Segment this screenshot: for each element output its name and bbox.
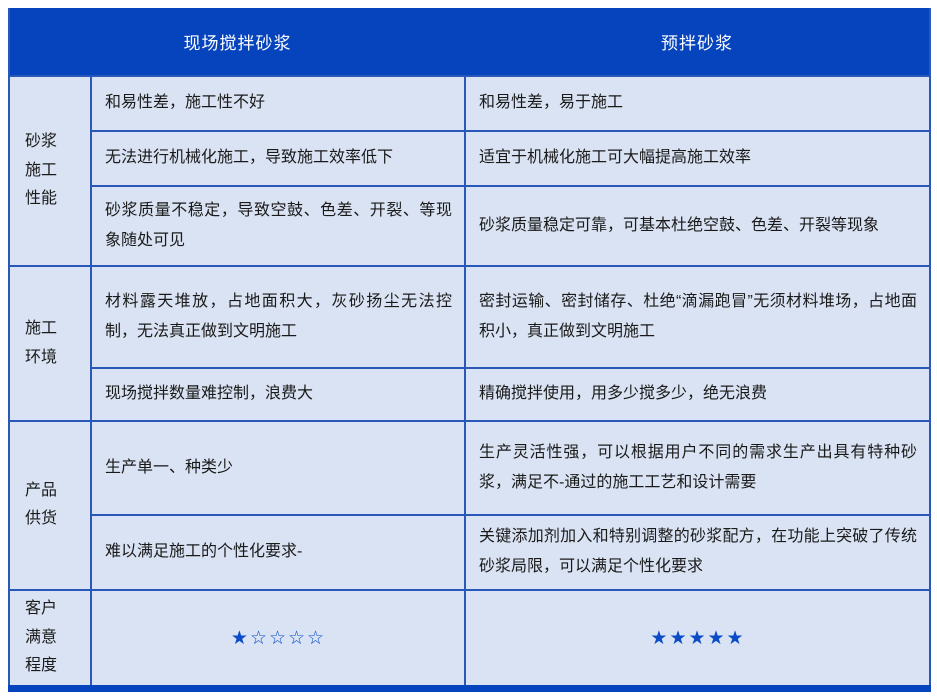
cell-premixed: 砂浆质量稳定可靠，可基本杜绝空鼓、色差、开裂等现象 [465, 186, 930, 266]
page: 现场搅拌砂浆 预拌砂浆 砂浆施工性能 和易性差，施工性不好 和易性差，易于施工 … [0, 0, 937, 700]
header-premixed-mortar: 预拌砂浆 [465, 8, 930, 76]
rating-site-stars: ★☆☆☆☆ [91, 590, 465, 689]
group-label-mortar-performance: 砂浆施工性能 [9, 76, 91, 266]
cell-premixed: 和易性差，易于施工 [465, 76, 930, 131]
cell-site: 难以满足施工的个性化要求- [91, 515, 465, 590]
group-label-product-supply: 产品供货 [9, 421, 91, 590]
cell-premixed: 适宜于机械化施工可大幅提高施工效率 [465, 131, 930, 186]
table-row: 砂浆施工性能 和易性差，施工性不好 和易性差，易于施工 [9, 76, 930, 131]
header-site-mixed-mortar: 现场搅拌砂浆 [9, 8, 465, 76]
group-label-customer-satisfaction: 客户满意程度 [9, 590, 91, 689]
cell-site: 和易性差，施工性不好 [91, 76, 465, 131]
group-label-construction-environment: 施工环境 [9, 266, 91, 421]
cell-site: 材料露天堆放，占地面积大，灰砂扬尘无法控制，无法真正做到文明施工 [91, 266, 465, 368]
cell-premixed: 关键添加剂加入和特别调整的砂浆配方，在功能上突破了传统砂浆局限，可以满足个性化要… [465, 515, 930, 590]
rating-premixed-stars: ★★★★★ [465, 590, 930, 689]
group-label-text: 砂浆施工性能 [25, 128, 60, 214]
table-row: 难以满足施工的个性化要求- 关键添加剂加入和特别调整的砂浆配方，在功能上突破了传… [9, 515, 930, 590]
cell-premixed: 生产灵活性强，可以根据用户不同的需求生产出具有特种砂浆，满足不-通过的施工工艺和… [465, 421, 930, 515]
cell-site: 生产单一、种类少 [91, 421, 465, 515]
cell-site: 无法进行机械化施工，导致施工效率低下 [91, 131, 465, 186]
group-label-text: 客户满意程度 [25, 595, 60, 681]
table-row: 现场搅拌数量难控制，浪费大 精确搅拌使用，用多少搅多少，绝无浪费 [9, 368, 930, 421]
cell-premixed: 密封运输、密封储存、杜绝“滴漏跑冒”无须材料堆场，占地面积小，真正做到文明施工 [465, 266, 930, 368]
table-row: 产品供货 生产单一、种类少 生产灵活性强，可以根据用户不同的需求生产出具有特种砂… [9, 421, 930, 515]
group-label-text: 产品供货 [25, 477, 60, 535]
cell-premixed: 精确搅拌使用，用多少搅多少，绝无浪费 [465, 368, 930, 421]
cell-site: 砂浆质量不稳定，导致空鼓、色差、开裂、等现象随处可见 [91, 186, 465, 266]
cell-site: 现场搅拌数量难控制，浪费大 [91, 368, 465, 421]
table-row: 客户满意程度 ★☆☆☆☆ ★★★★★ [9, 590, 930, 689]
table-row: 无法进行机械化施工，导致施工效率低下 适宜于机械化施工可大幅提高施工效率 [9, 131, 930, 186]
group-label-text: 施工环境 [25, 315, 60, 373]
header-row: 现场搅拌砂浆 预拌砂浆 [9, 8, 930, 76]
comparison-table: 现场搅拌砂浆 预拌砂浆 砂浆施工性能 和易性差，施工性不好 和易性差，易于施工 … [8, 8, 931, 692]
table-row: 施工环境 材料露天堆放，占地面积大，灰砂扬尘无法控制，无法真正做到文明施工 密封… [9, 266, 930, 368]
table-row: 砂浆质量不稳定，导致空鼓、色差、开裂、等现象随处可见 砂浆质量稳定可靠，可基本杜… [9, 186, 930, 266]
